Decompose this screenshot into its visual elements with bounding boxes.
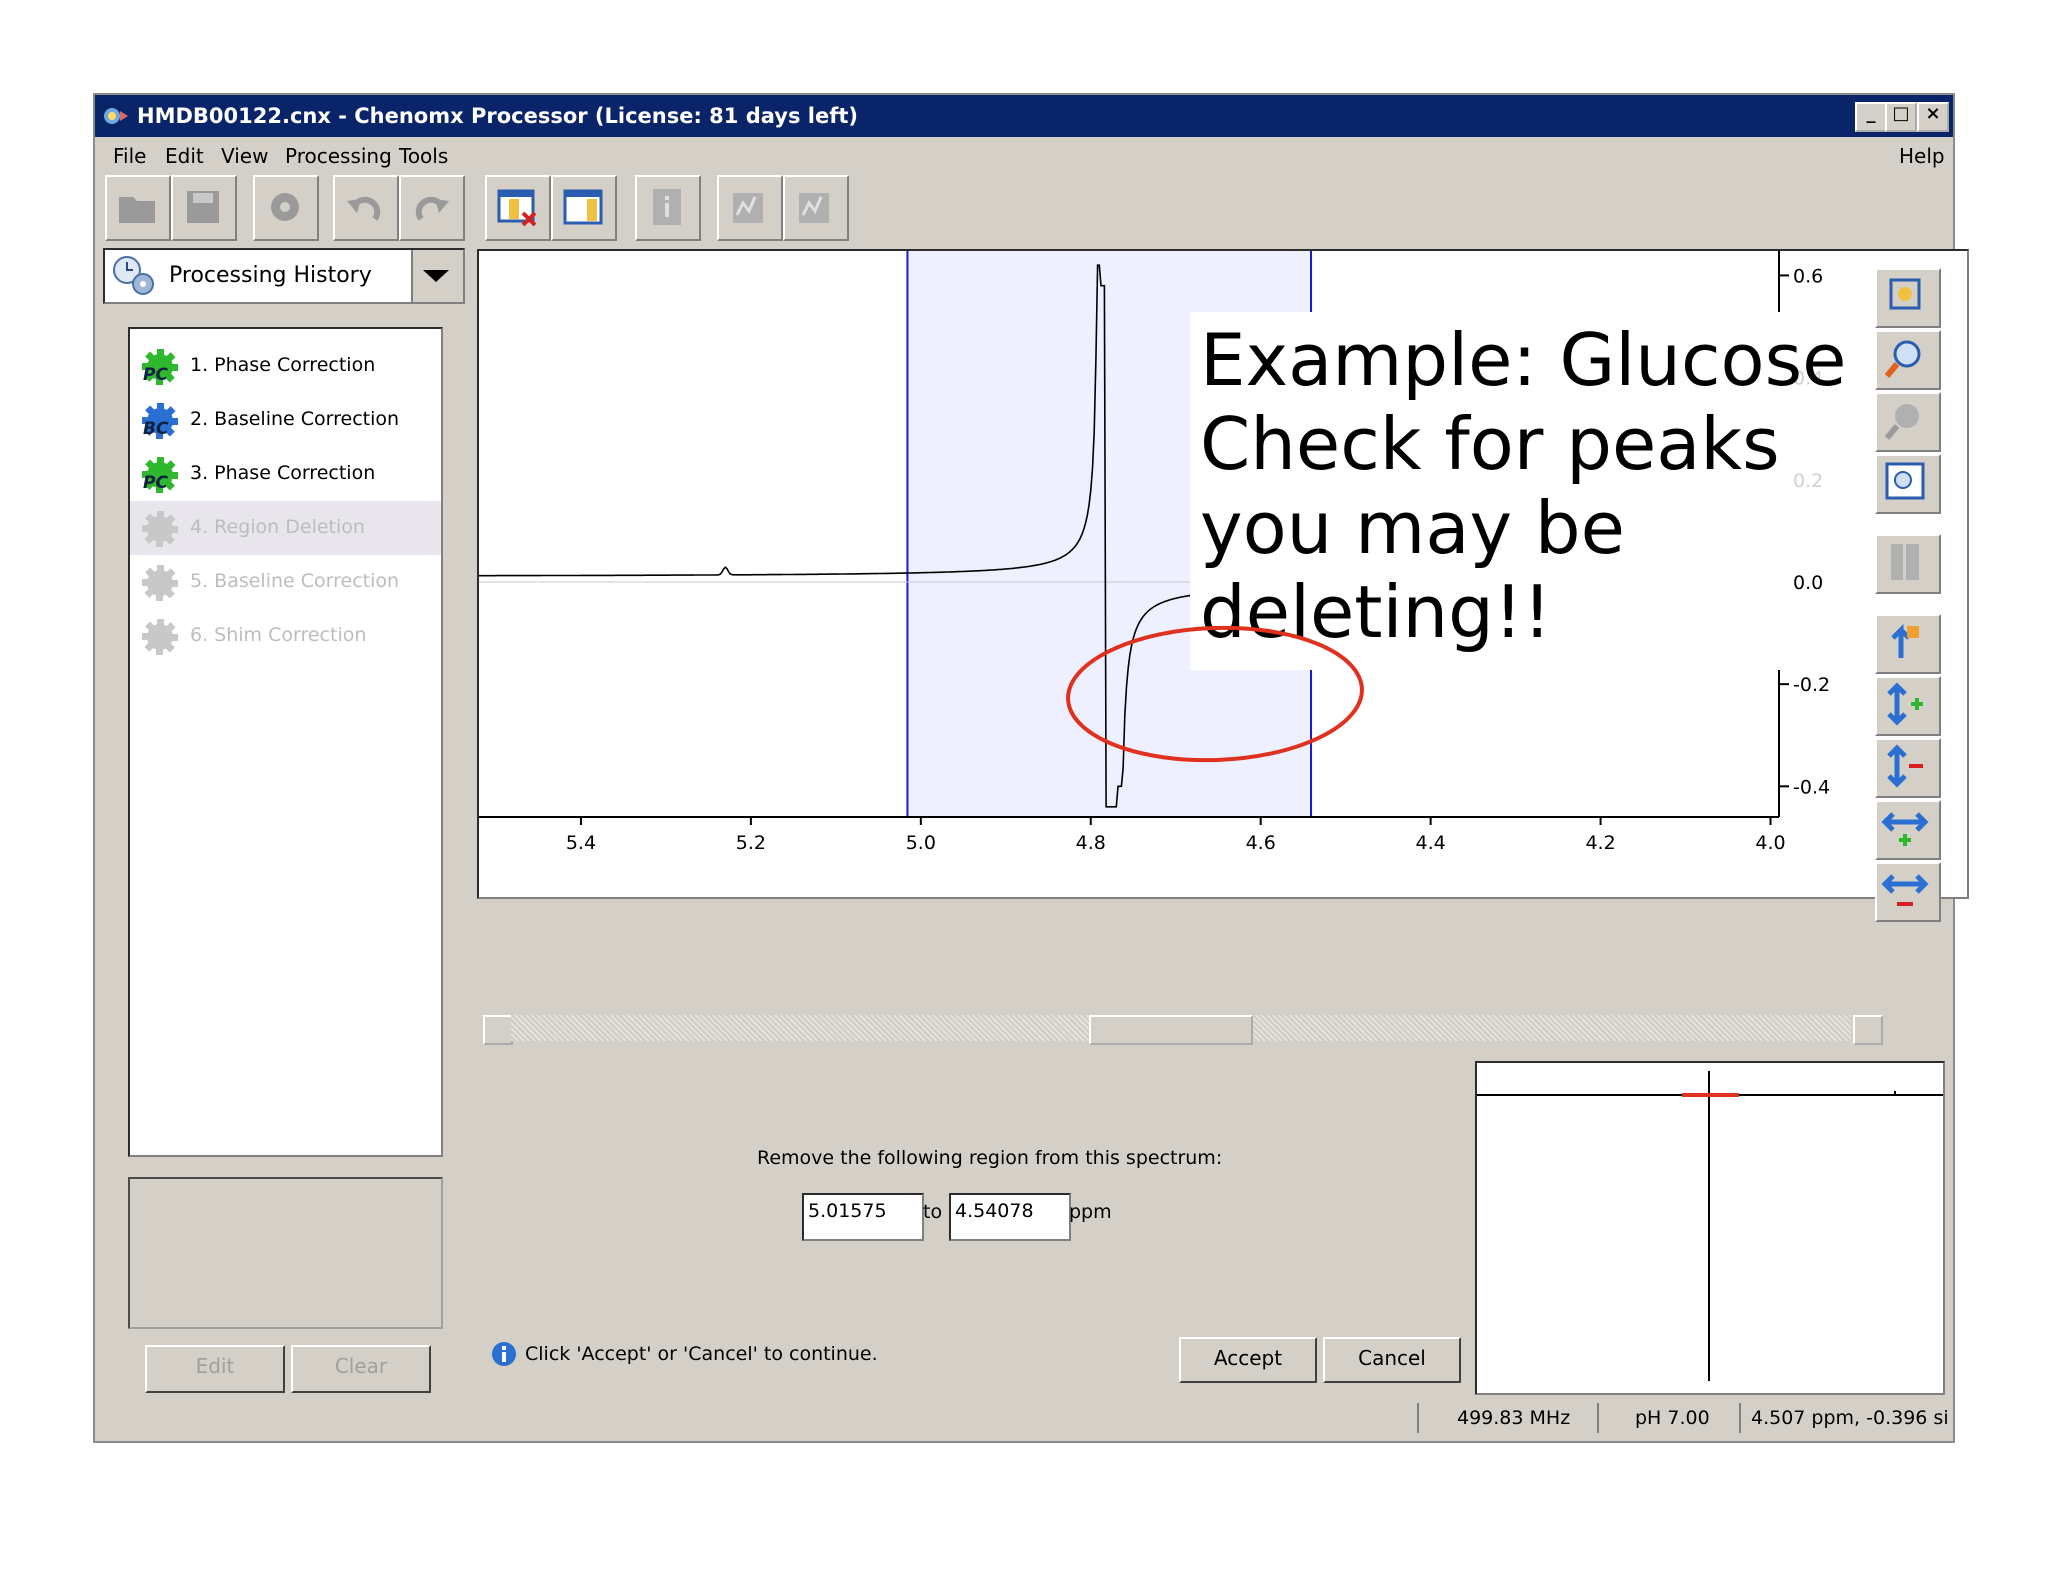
annotation-overlay [1066,625,1364,763]
highlight-circle [1066,625,1364,763]
